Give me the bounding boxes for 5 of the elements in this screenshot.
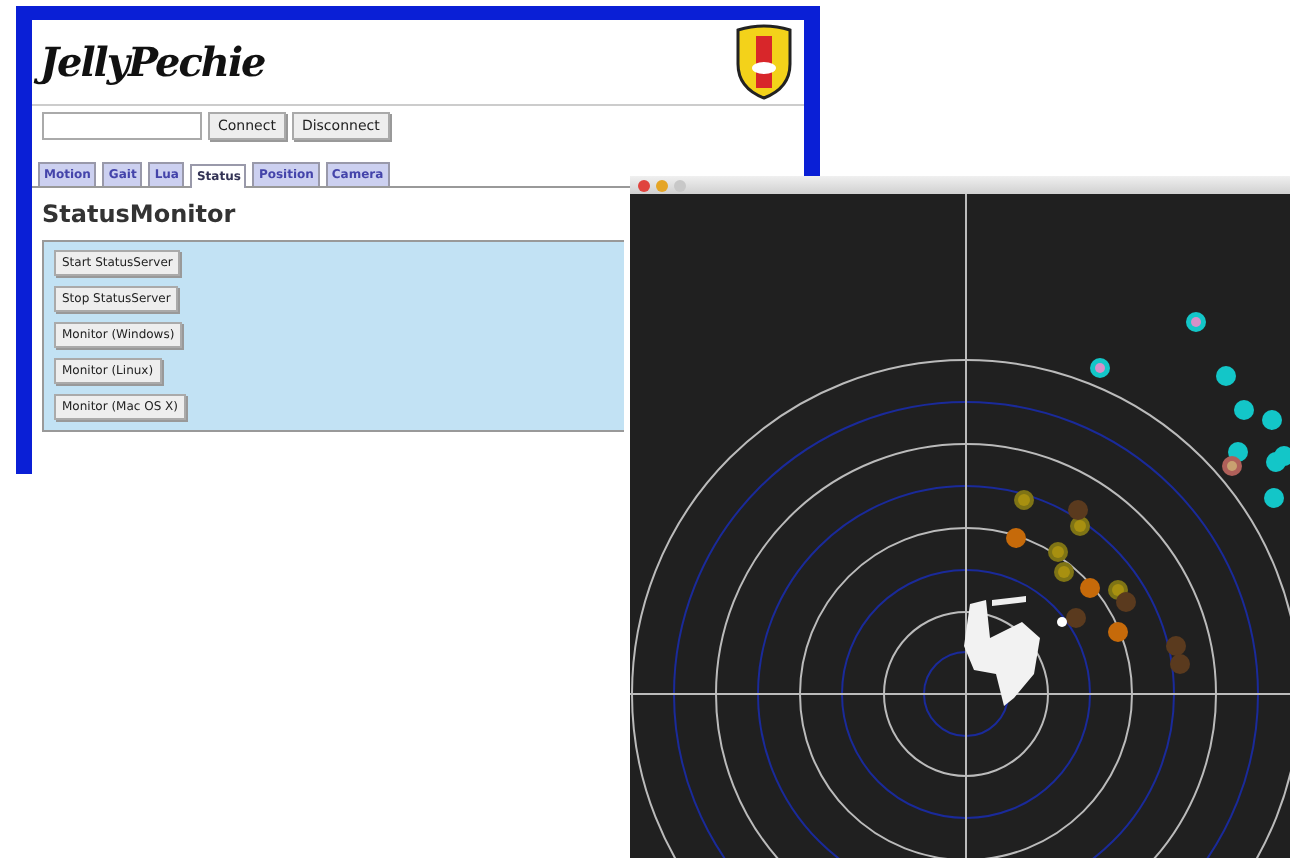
address-field[interactable]	[42, 112, 202, 140]
close-icon[interactable]	[638, 179, 650, 191]
page-heading: StatusMonitor	[40, 198, 238, 232]
zoom-icon[interactable]	[674, 179, 686, 191]
minimize-icon[interactable]	[656, 179, 668, 191]
